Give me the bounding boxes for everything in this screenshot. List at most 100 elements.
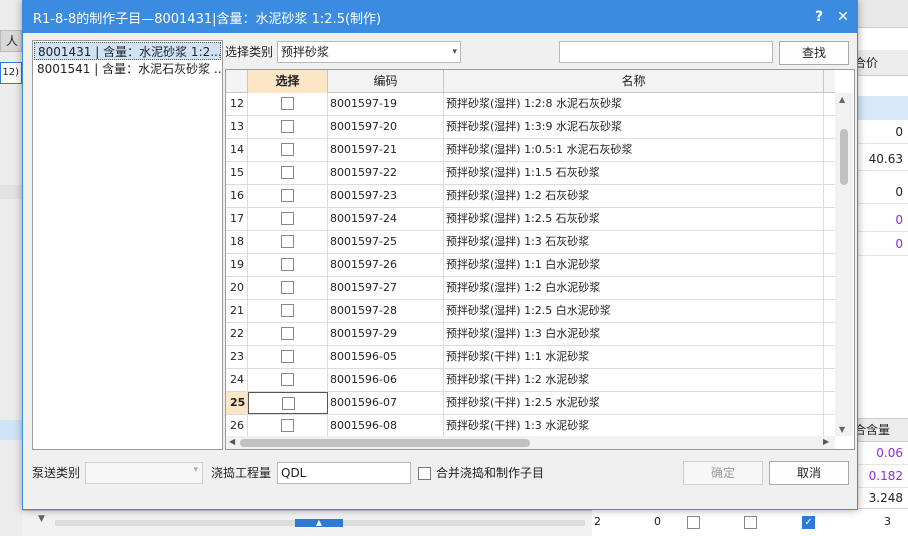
bg-left-input[interactable]: 12) xyxy=(0,62,22,84)
merge-checkbox[interactable] xyxy=(418,467,431,480)
table-row[interactable]: 21 8001597-28 预拌砂浆(湿拌) 1:2.5 白水泥砂浆 xyxy=(226,300,835,323)
table-row[interactable]: 19 8001597-26 预拌砂浆(湿拌) 1:1 白水泥砂浆 xyxy=(226,254,835,277)
code-cell[interactable]: 8001597-21 xyxy=(328,139,444,161)
grid-vertical-scrollbar[interactable]: ▲ ▼ xyxy=(835,93,853,436)
table-row[interactable]: 13 8001597-20 预拌砂浆(湿拌) 1:3:9 水泥石灰砂浆 xyxy=(226,116,835,139)
find-button[interactable]: 查找 xyxy=(779,41,849,65)
row-select-checkbox[interactable] xyxy=(281,258,294,271)
row-select-checkbox[interactable] xyxy=(281,350,294,363)
bg-row-checkbox[interactable] xyxy=(687,516,700,529)
row-select-checkbox[interactable] xyxy=(282,397,295,410)
table-row[interactable]: 23 8001596-05 预拌砂浆(干拌) 1:1 水泥砂浆 xyxy=(226,346,835,369)
select-cell[interactable] xyxy=(248,254,328,276)
name-cell[interactable]: 预拌砂浆(干拌) 1:1 水泥砂浆 xyxy=(444,346,824,368)
merge-checkbox-label[interactable]: 合并浇捣和制作子目 xyxy=(436,463,544,483)
code-cell[interactable]: 8001597-26 xyxy=(328,254,444,276)
bg-splitter-handle[interactable]: ▲ xyxy=(295,519,343,527)
scroll-right-icon[interactable]: ▶ xyxy=(823,437,829,446)
category-select[interactable]: 预拌砂浆 ▾ xyxy=(277,41,461,63)
select-cell[interactable] xyxy=(248,231,328,253)
name-cell[interactable]: 预拌砂浆(干拌) 1:2.5 水泥砂浆 xyxy=(444,392,824,414)
table-row[interactable]: 20 8001597-27 预拌砂浆(湿拌) 1:2 白水泥砂浆 xyxy=(226,277,835,300)
name-cell[interactable]: 预拌砂浆(湿拌) 1:1 白水泥砂浆 xyxy=(444,254,824,276)
cancel-button[interactable]: 取消 xyxy=(769,461,849,485)
select-cell[interactable] xyxy=(248,369,328,391)
table-row[interactable]: 12 8001597-19 预拌砂浆(湿拌) 1:2:8 水泥石灰砂浆 xyxy=(226,93,835,116)
grid-header-select[interactable]: 选择 xyxy=(248,70,328,93)
code-cell[interactable]: 8001596-07 xyxy=(328,392,444,414)
row-select-checkbox[interactable] xyxy=(281,189,294,202)
ok-button[interactable]: 确定 xyxy=(683,461,763,485)
select-cell[interactable] xyxy=(248,93,328,115)
bg-row-checkbox-checked[interactable]: ✓ xyxy=(802,516,815,529)
table-row[interactable]: 15 8001597-22 预拌砂浆(湿拌) 1:1.5 石灰砂浆 xyxy=(226,162,835,185)
table-row[interactable]: 14 8001597-21 预拌砂浆(湿拌) 1:0.5:1 水泥石灰砂浆 xyxy=(226,139,835,162)
row-select-checkbox[interactable] xyxy=(281,143,294,156)
bg-scroll-down-icon[interactable]: ▼ xyxy=(38,514,45,524)
row-select-checkbox[interactable] xyxy=(281,419,294,432)
name-cell[interactable]: 预拌砂浆(湿拌) 1:1.5 石灰砂浆 xyxy=(444,162,824,184)
table-row[interactable]: 22 8001597-29 预拌砂浆(湿拌) 1:3 白水泥砂浆 xyxy=(226,323,835,346)
name-cell[interactable]: 预拌砂浆(湿拌) 1:3:9 水泥石灰砂浆 xyxy=(444,116,824,138)
code-cell[interactable]: 8001596-05 xyxy=(328,346,444,368)
name-cell[interactable]: 预拌砂浆(干拌) 1:3 水泥砂浆 xyxy=(444,415,824,437)
row-select-checkbox[interactable] xyxy=(281,281,294,294)
table-row[interactable]: 17 8001597-24 预拌砂浆(湿拌) 1:2.5 石灰砂浆 xyxy=(226,208,835,231)
code-cell[interactable]: 8001597-24 xyxy=(328,208,444,230)
pump-category-select[interactable]: ▾ xyxy=(85,462,203,484)
grid-header-code[interactable]: 编码 xyxy=(328,70,444,93)
table-row[interactable]: 16 8001597-23 预拌砂浆(湿拌) 1:2 石灰砂浆 xyxy=(226,185,835,208)
grid-vertical-scroll-thumb[interactable] xyxy=(840,129,848,185)
select-cell[interactable] xyxy=(248,162,328,184)
content-item-list[interactable]: 8001431 | 含量：水泥砂浆 1:2.... 8001541 | 含量：水… xyxy=(32,40,223,450)
name-cell[interactable]: 预拌砂浆(湿拌) 1:3 石灰砂浆 xyxy=(444,231,824,253)
code-cell[interactable]: 8001597-22 xyxy=(328,162,444,184)
select-cell[interactable] xyxy=(248,346,328,368)
dialog-titlebar[interactable]: R1-8-8的制作子目—8001431|含量：水泥砂浆 1:2.5(制作) ? … xyxy=(23,1,857,33)
code-cell[interactable]: 8001597-20 xyxy=(328,116,444,138)
pour-quantity-input[interactable]: QDL xyxy=(277,462,411,484)
scroll-left-icon[interactable]: ◀ xyxy=(229,437,235,446)
name-cell[interactable]: 预拌砂浆(湿拌) 1:3 白水泥砂浆 xyxy=(444,323,824,345)
code-cell[interactable]: 8001597-29 xyxy=(328,323,444,345)
table-row[interactable]: 25 8001596-07 预拌砂浆(干拌) 1:2.5 水泥砂浆 xyxy=(226,392,835,415)
select-cell[interactable] xyxy=(248,392,328,414)
scroll-down-icon[interactable]: ▼ xyxy=(839,425,845,434)
code-cell[interactable]: 8001597-27 xyxy=(328,277,444,299)
name-cell[interactable]: 预拌砂浆(湿拌) 1:2.5 石灰砂浆 xyxy=(444,208,824,230)
grid-header-name[interactable]: 名称 xyxy=(444,70,824,93)
select-cell[interactable] xyxy=(248,323,328,345)
grid-horizontal-scroll-thumb[interactable] xyxy=(240,439,530,447)
list-item-selected[interactable]: 8001431 | 含量：水泥砂浆 1:2.... xyxy=(34,42,221,60)
code-cell[interactable]: 8001596-08 xyxy=(328,415,444,437)
name-cell[interactable]: 预拌砂浆(湿拌) 1:2.5 白水泥砂浆 xyxy=(444,300,824,322)
select-cell[interactable] xyxy=(248,300,328,322)
select-cell[interactable] xyxy=(248,185,328,207)
row-select-checkbox[interactable] xyxy=(281,120,294,133)
table-row[interactable]: 26 8001596-08 预拌砂浆(干拌) 1:3 水泥砂浆 xyxy=(226,415,835,438)
name-cell[interactable]: 预拌砂浆(湿拌) 1:0.5:1 水泥石灰砂浆 xyxy=(444,139,824,161)
row-select-checkbox[interactable] xyxy=(281,166,294,179)
select-cell[interactable] xyxy=(248,208,328,230)
select-cell[interactable] xyxy=(248,139,328,161)
name-cell[interactable]: 预拌砂浆(干拌) 1:2 水泥砂浆 xyxy=(444,369,824,391)
name-cell[interactable]: 预拌砂浆(湿拌) 1:2 石灰砂浆 xyxy=(444,185,824,207)
table-row[interactable]: 24 8001596-06 预拌砂浆(干拌) 1:2 水泥砂浆 xyxy=(226,369,835,392)
name-cell[interactable]: 预拌砂浆(湿拌) 1:2 白水泥砂浆 xyxy=(444,277,824,299)
row-select-checkbox[interactable] xyxy=(281,327,294,340)
code-cell[interactable]: 8001596-06 xyxy=(328,369,444,391)
bg-left-tab[interactable]: 人 xyxy=(0,30,22,52)
row-select-checkbox[interactable] xyxy=(281,97,294,110)
bg-row-checkbox[interactable] xyxy=(744,516,757,529)
grid-horizontal-scrollbar[interactable]: ◀ ▶ xyxy=(226,436,835,449)
scroll-up-icon[interactable]: ▲ xyxy=(839,95,845,104)
row-select-checkbox[interactable] xyxy=(281,235,294,248)
row-select-checkbox[interactable] xyxy=(281,304,294,317)
name-cell[interactable]: 预拌砂浆(湿拌) 1:2:8 水泥石灰砂浆 xyxy=(444,93,824,115)
list-item[interactable]: 8001541 | 含量：水泥石灰砂浆 ... xyxy=(34,60,221,78)
select-cell[interactable] xyxy=(248,277,328,299)
close-icon[interactable]: ✕ xyxy=(833,7,853,27)
row-select-checkbox[interactable] xyxy=(281,212,294,225)
code-cell[interactable]: 8001597-23 xyxy=(328,185,444,207)
row-select-checkbox[interactable] xyxy=(281,373,294,386)
